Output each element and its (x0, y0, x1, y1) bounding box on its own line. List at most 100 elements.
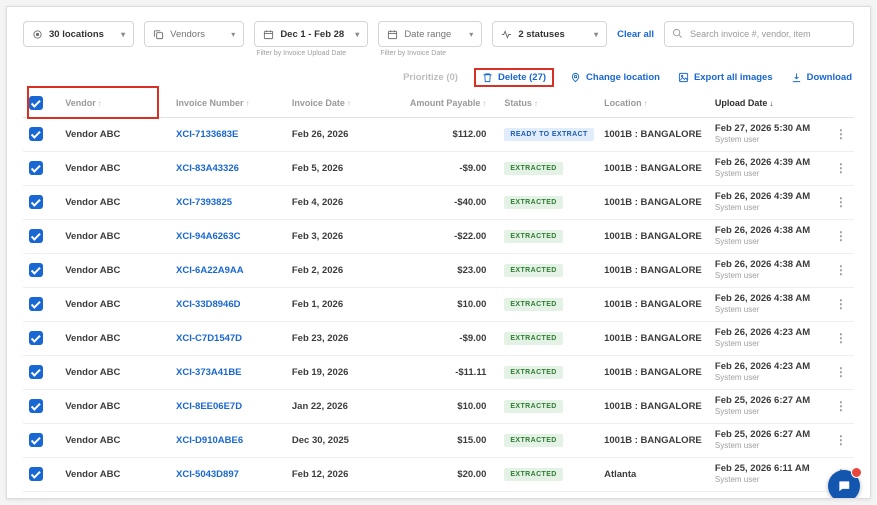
table-row[interactable]: Vendor ABC XCI-C7D1547D Feb 23, 2026 -$9… (23, 321, 854, 355)
status-badge: EXTRACTED (504, 366, 562, 379)
column-header-location[interactable]: Location↑ (598, 90, 709, 117)
sort-asc-icon: ↑ (347, 99, 351, 108)
kebab-menu-icon[interactable]: ⋮ (835, 195, 847, 209)
search-input[interactable] (664, 21, 854, 47)
map-pin-icon (570, 72, 581, 83)
table-row[interactable]: Vendor ABC XCI-7133683E Feb 26, 2026 $11… (23, 117, 854, 151)
table-row[interactable]: Vendor ABC XCI-8EE06E7D Jan 22, 2026 $10… (23, 389, 854, 423)
locations-filter[interactable]: 30 locations ▾ (23, 21, 134, 47)
table-row[interactable]: Vendor ABC XCI-D910ABE6 Dec 30, 2025 $15… (23, 423, 854, 457)
upload-user: System user (715, 339, 822, 349)
status-badge: EXTRACTED (504, 162, 562, 175)
column-header-upload-date[interactable]: Upload Date↓ (709, 90, 828, 117)
statuses-filter[interactable]: 2 statuses ▾ (492, 21, 607, 47)
upload-user: System user (715, 271, 822, 281)
location-cell: 1001B : BANGALORE (598, 355, 709, 389)
invoice-date-cell: Feb 23, 2026 (286, 321, 397, 355)
invoice-date-cell: Feb 4, 2026 (286, 185, 397, 219)
select-all-checkbox[interactable] (29, 96, 43, 110)
upload-user: System user (715, 475, 822, 485)
invoice-number-link[interactable]: XCI-83A43326 (176, 163, 239, 174)
kebab-menu-icon[interactable]: ⋮ (835, 297, 847, 311)
amount-payable-cell: $15.00 (397, 423, 493, 457)
row-checkbox[interactable] (29, 229, 43, 243)
row-checkbox[interactable] (29, 467, 43, 481)
table-row[interactable]: Vendor ABC XCI-94A6263C Feb 3, 2026 -$22… (23, 219, 854, 253)
status-badge: EXTRACTED (504, 298, 562, 311)
kebab-menu-icon[interactable]: ⋮ (835, 399, 847, 413)
invoice-date-filter[interactable]: Date range ▾ (378, 21, 482, 47)
status-badge: EXTRACTED (504, 468, 562, 481)
upload-date-filter[interactable]: Dec 1 - Feb 28 ▾ (254, 21, 368, 47)
table-row[interactable]: Vendor ABC XCI-6A22A9AA Feb 2, 2026 $23.… (23, 253, 854, 287)
kebab-menu-icon[interactable]: ⋮ (835, 127, 847, 141)
prioritize-button[interactable]: Prioritize (0) (403, 72, 458, 83)
amount-payable-cell: $112.00 (397, 117, 493, 151)
location-cell: 1001B : BANGALORE (598, 185, 709, 219)
table-row[interactable]: Vendor ABC XCI-5043D897 Feb 12, 2026 $20… (23, 457, 854, 491)
location-cell: 1001B : BANGALORE (598, 389, 709, 423)
table-row[interactable]: Vendor ABC XCI-373A41BE Feb 19, 2026 -$1… (23, 355, 854, 389)
invoice-number-link[interactable]: XCI-6A22A9AA (176, 265, 244, 276)
sort-asc-icon: ↑ (534, 99, 538, 108)
row-checkbox[interactable] (29, 127, 43, 141)
row-checkbox[interactable] (29, 161, 43, 175)
row-checkbox[interactable] (29, 331, 43, 345)
column-header-invoice-number[interactable]: Invoice Number↑ (170, 90, 286, 117)
invoice-number-link[interactable]: XCI-D910ABE6 (176, 435, 243, 446)
invoice-number-link[interactable]: XCI-7133683E (176, 129, 238, 140)
upload-date: Feb 25, 2026 6:11 AM (715, 463, 822, 475)
invoice-number-link[interactable]: XCI-373A41BE (176, 367, 241, 378)
location-cell: 1001B : BANGALORE (598, 253, 709, 287)
invoice-date-cell: Feb 2, 2026 (286, 253, 397, 287)
row-checkbox[interactable] (29, 399, 43, 413)
invoice-number-link[interactable]: XCI-5043D897 (176, 469, 239, 480)
invoice-date-cell: Jan 22, 2026 (286, 389, 397, 423)
column-header-status[interactable]: Status↑ (492, 90, 598, 117)
vendors-filter[interactable]: Vendors ▾ (144, 21, 244, 47)
kebab-menu-icon[interactable]: ⋮ (835, 433, 847, 447)
download-button[interactable]: Download (791, 72, 852, 83)
column-header-invoice-date[interactable]: Invoice Date↑ (286, 90, 397, 117)
clear-all-filters-link[interactable]: Clear all (617, 29, 654, 40)
row-checkbox[interactable] (29, 263, 43, 277)
upload-date: Feb 27, 2026 5:30 AM (715, 123, 822, 135)
row-checkbox[interactable] (29, 365, 43, 379)
change-location-button[interactable]: Change location (570, 72, 660, 83)
kebab-menu-icon[interactable]: ⋮ (835, 229, 847, 243)
location-cell: 1001B : BANGALORE (598, 321, 709, 355)
upload-user: System user (715, 441, 822, 451)
kebab-menu-icon[interactable]: ⋮ (835, 263, 847, 277)
chat-widget-button[interactable] (828, 470, 860, 499)
chevron-down-icon: ▾ (469, 30, 473, 39)
chat-bubble-icon (837, 479, 851, 493)
row-checkbox[interactable] (29, 195, 43, 209)
sort-asc-icon: ↑ (246, 99, 250, 108)
export-all-images-button[interactable]: Export all images (678, 72, 773, 83)
table-header-row: Vendor↑ Invoice Number↑ Invoice Date↑ Am… (23, 90, 854, 117)
row-checkbox[interactable] (29, 297, 43, 311)
invoice-number-link[interactable]: XCI-7393825 (176, 197, 232, 208)
status-badge: EXTRACTED (504, 434, 562, 447)
row-checkbox[interactable] (29, 433, 43, 447)
location-cell: 1001B : BANGALORE (598, 151, 709, 185)
kebab-menu-icon[interactable]: ⋮ (835, 365, 847, 379)
invoice-number-link[interactable]: XCI-33D8946D (176, 299, 240, 310)
upload-date: Feb 26, 2026 4:38 AM (715, 259, 822, 271)
table-row[interactable]: Vendor ABC XCI-83A43326 Feb 5, 2026 -$9.… (23, 151, 854, 185)
column-header-vendor[interactable]: Vendor↑ (59, 90, 170, 117)
kebab-menu-icon[interactable]: ⋮ (835, 331, 847, 345)
delete-button[interactable]: Delete (27) (474, 68, 554, 87)
table-row[interactable]: Vendor ABC XCI-33D8946D Feb 1, 2026 $10.… (23, 287, 854, 321)
app-window: 30 locations ▾ Vendors ▾ Dec 1 - Feb 28 … (6, 6, 871, 499)
column-header-actions (828, 90, 854, 117)
location-target-icon (32, 29, 43, 40)
table-row[interactable]: Vendor ABC XCI-7393825 Feb 4, 2026 -$40.… (23, 185, 854, 219)
invoice-number-link[interactable]: XCI-C7D1547D (176, 333, 242, 344)
invoice-number-link[interactable]: XCI-8EE06E7D (176, 401, 242, 412)
column-header-amount-payable[interactable]: Amount Payable↑ (397, 90, 493, 117)
upload-date: Feb 26, 2026 4:38 AM (715, 293, 822, 305)
kebab-menu-icon[interactable]: ⋮ (835, 161, 847, 175)
invoice-number-link[interactable]: XCI-94A6263C (176, 231, 240, 242)
upload-date: Feb 26, 2026 4:39 AM (715, 157, 822, 169)
